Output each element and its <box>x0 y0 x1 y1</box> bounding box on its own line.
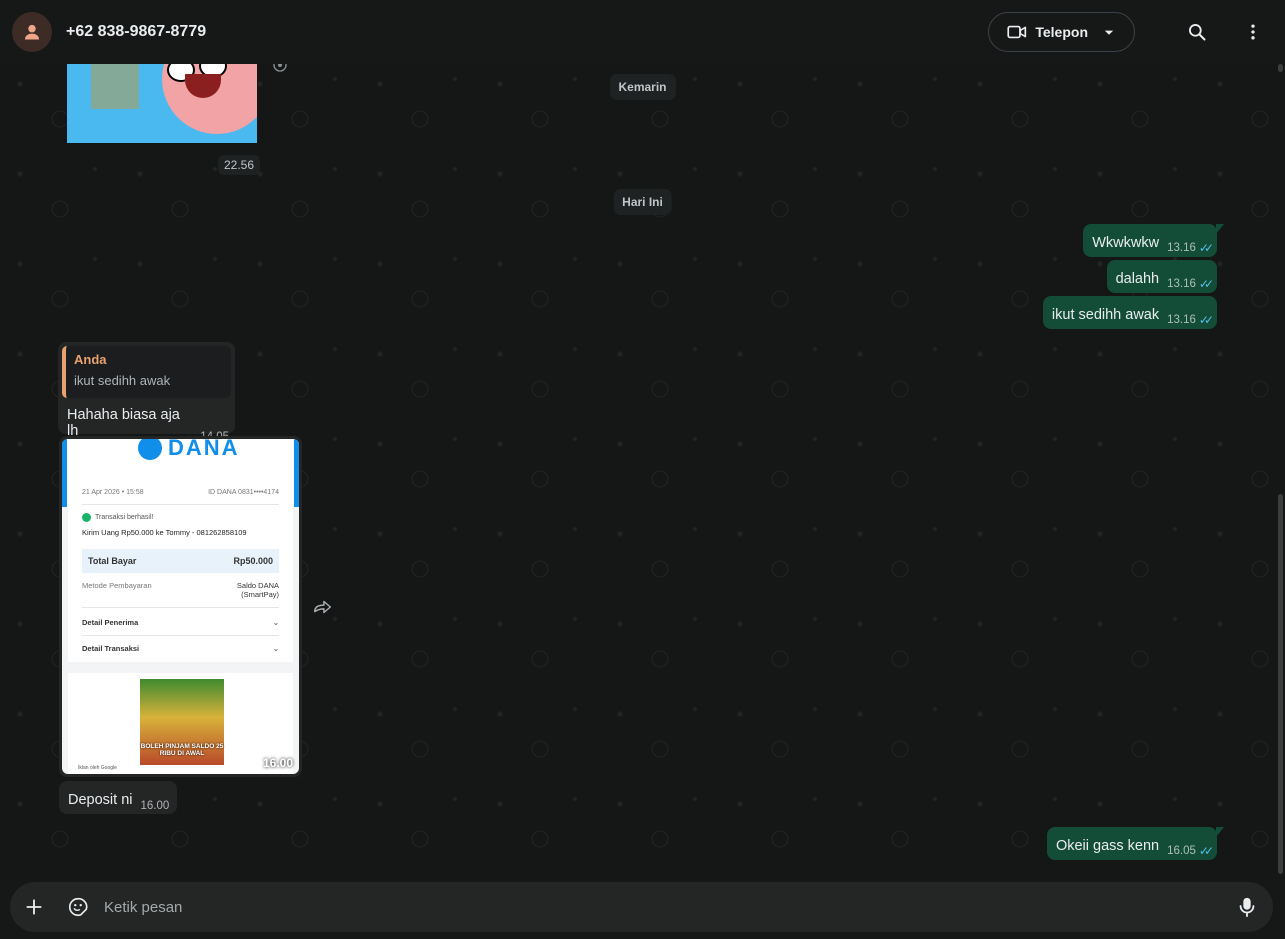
check-circle-icon <box>82 513 91 522</box>
more-vertical-icon <box>1251 24 1255 40</box>
plus-icon <box>26 899 42 915</box>
search-icon <box>1189 24 1206 41</box>
dana-logo: DANA <box>138 439 240 461</box>
quoted-text: ikut sedihh awak <box>74 373 171 388</box>
outgoing-message[interactable]: ikut sedihh awak 13.16 ✓✓ <box>1042 296 1217 329</box>
forward-icon[interactable] <box>312 598 334 616</box>
message-time: 13.16 <box>1167 314 1196 326</box>
incoming-reply-message[interactable]: Anda ikut sedihh awak Hahaha biasa aja l… <box>58 342 235 443</box>
total-value: Rp50.000 <box>233 556 273 566</box>
receipt-date: 21 Apr 2026 • 15:58 <box>82 489 144 496</box>
message-text: Okeii gass kenn <box>1055 838 1160 854</box>
receipt-status: Transaksi berhasil! <box>95 514 154 521</box>
chevron-down-icon <box>1104 30 1114 35</box>
incoming-message[interactable]: Deposit ni 16.00 <box>59 781 178 814</box>
contact-name[interactable]: +62 838-9867-8779 <box>66 23 206 41</box>
message-time: 13.16 <box>1167 278 1196 290</box>
quoted-author: Anda <box>74 352 107 367</box>
menu-button[interactable] <box>1233 12 1273 52</box>
receipt-account: ID DANA 0831••••4174 <box>208 489 279 496</box>
double-check-icon: ✓✓ <box>1198 241 1214 255</box>
ad-text: BOLEH PINJAM SALDO 25 RIBU DI AWAL <box>140 743 224 757</box>
ad-label: Iklan oleh Google <box>78 765 117 771</box>
message-text: Deposit ni <box>68 792 133 808</box>
receipt-image-message[interactable]: DANA 21 Apr 2026 • 15:58 ID DANA 0831•••… <box>59 436 302 777</box>
scrollbar-thumb[interactable] <box>1278 494 1283 874</box>
contact-avatar[interactable] <box>12 12 52 52</box>
scrollbar-top <box>1278 64 1283 72</box>
message-text: dalahh <box>1115 271 1160 287</box>
ad-banner: BOLEH PINJAM SALDO 25 RIBU DI AWAL Iklan… <box>68 673 293 774</box>
sticker-icon <box>69 897 88 917</box>
outgoing-message[interactable]: dalahh 13.16 ✓✓ <box>1106 260 1217 293</box>
receipt-description: Kirim Uang Rp50.000 ke Tommy - 081262858… <box>82 528 247 537</box>
date-separator-today: Hari Ini <box>613 189 672 215</box>
double-check-icon: ✓✓ <box>1198 313 1214 327</box>
detail-transaction: Detail Transaksi <box>82 644 140 653</box>
composer <box>0 881 1285 939</box>
message-text: ikut sedihh awak <box>1051 307 1160 323</box>
outgoing-message[interactable]: Okeii gass kenn 16.05 ✓✓ <box>1046 827 1225 860</box>
emoji-react-icon[interactable] <box>272 64 288 73</box>
image-time: 22.56 <box>218 155 261 175</box>
person-icon <box>24 24 40 40</box>
voice-note-button[interactable] <box>1225 885 1269 929</box>
message-input[interactable] <box>100 887 1225 927</box>
message-list[interactable]: 22.56 Kemarin Hari Ini Wkwkwkw 13.16 ✓✓ d… <box>0 64 1285 881</box>
message-time: 16.00 <box>262 756 293 770</box>
video-camera-icon <box>1007 25 1027 39</box>
message-text: Hahaha biasa aja lh <box>67 407 180 439</box>
method-value-sub: (SmartPay) <box>241 590 279 599</box>
message-time: 16.05 <box>1167 845 1196 857</box>
date-separator-yesterday: Kemarin <box>609 74 676 100</box>
method-value: Saldo DANA <box>236 581 279 590</box>
quoted-message[interactable]: Anda ikut sedihh awak <box>62 346 231 398</box>
search-button[interactable] <box>1177 12 1217 52</box>
attach-button[interactable] <box>12 885 56 929</box>
call-button[interactable]: Telepon <box>988 12 1135 52</box>
sticker-button[interactable] <box>56 885 100 929</box>
method-label: Metode Pembayaran <box>82 581 152 590</box>
sticker-image[interactable] <box>67 64 257 143</box>
double-check-icon: ✓✓ <box>1198 277 1214 291</box>
total-label: Total Bayar <box>88 556 137 566</box>
message-time: 16.00 <box>140 800 170 812</box>
outgoing-message[interactable]: Wkwkwkw 13.16 ✓✓ <box>1083 224 1224 257</box>
message-time: 13.16 <box>1167 242 1196 254</box>
detail-recipient: Detail Penerima <box>82 618 139 627</box>
message-text: Wkwkwkw <box>1092 235 1160 251</box>
chat-header: +62 838-9867-8779 Telepon <box>0 0 1285 64</box>
double-check-icon: ✓✓ <box>1198 844 1214 858</box>
call-button-label: Telepon <box>1035 24 1088 40</box>
microphone-icon <box>1239 897 1255 918</box>
receipt-card: 21 Apr 2026 • 15:58 ID DANA 0831••••4174… <box>68 477 293 662</box>
